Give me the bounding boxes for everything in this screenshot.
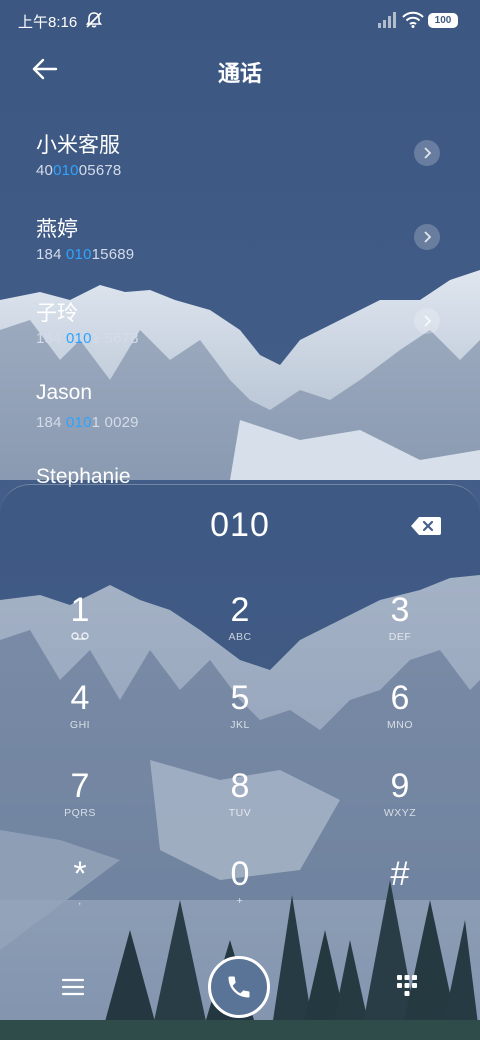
contact-row[interactable]: 小米客服 4001005678 bbox=[0, 112, 480, 192]
contact-name: 子玲 bbox=[36, 302, 78, 325]
contact-detail-button[interactable] bbox=[414, 308, 440, 334]
page-title: 通话 bbox=[217, 61, 262, 86]
key-8[interactable]: 8 TUV bbox=[180, 766, 300, 850]
key-pound[interactable]: # bbox=[340, 854, 460, 938]
number-match-highlight: 010 bbox=[66, 414, 92, 431]
contact-number: 184 0101 0029 bbox=[36, 414, 139, 431]
header: 通话 bbox=[0, 44, 480, 98]
backspace-icon[interactable] bbox=[410, 515, 442, 537]
contact-row[interactable]: Stephanie bbox=[0, 448, 480, 487]
key-1[interactable]: 1 bbox=[20, 590, 140, 674]
contact-search-results: 小米客服 4001005678 燕婷 184 01015689 子玲 184 0… bbox=[0, 112, 480, 487]
contact-number: 4001005678 bbox=[36, 162, 122, 179]
number-match-highlight: 010 bbox=[66, 246, 92, 263]
chevron-right-icon bbox=[424, 231, 432, 243]
dialer-bottom-bar bbox=[0, 936, 480, 1026]
key-star[interactable]: * , bbox=[20, 854, 140, 938]
keypad-toggle-icon[interactable] bbox=[396, 974, 418, 998]
wifi-icon bbox=[402, 11, 424, 28]
number-match-highlight: 010 bbox=[53, 162, 79, 179]
contact-name: 小米客服 bbox=[36, 134, 120, 157]
do-not-disturb-icon bbox=[85, 12, 103, 28]
dialer-panel: 010 1 2 ABC 3 DEF 4 GHI 5 JKL 6 MNO 7 PQ… bbox=[0, 484, 480, 1040]
contact-row[interactable]: 燕婷 184 01015689 bbox=[0, 196, 480, 276]
key-4[interactable]: 4 GHI bbox=[20, 678, 140, 762]
phone-icon bbox=[228, 976, 250, 998]
status-bar: 上午8:16 100 bbox=[0, 0, 480, 40]
key-2[interactable]: 2 ABC bbox=[180, 590, 300, 674]
dialed-number: 010 bbox=[210, 506, 270, 544]
chevron-right-icon bbox=[424, 147, 432, 159]
contact-name: Jason bbox=[36, 381, 93, 404]
key-9[interactable]: 9 WXYZ bbox=[340, 766, 460, 850]
number-match-highlight: 010 bbox=[66, 330, 92, 347]
contact-name: 燕婷 bbox=[36, 218, 78, 241]
chevron-right-icon bbox=[424, 315, 432, 327]
contact-number: 184 01015689 bbox=[36, 246, 135, 263]
contact-row[interactable]: Jason 184 0101 0029 bbox=[0, 364, 480, 444]
voicemail-icon bbox=[71, 632, 89, 640]
menu-icon[interactable] bbox=[60, 976, 86, 998]
key-6[interactable]: 6 MNO bbox=[340, 678, 460, 762]
contact-number: 184 0101 5678 bbox=[36, 330, 139, 347]
status-time: 上午8:16 bbox=[18, 14, 78, 31]
contact-row[interactable]: 子玲 184 0101 5678 bbox=[0, 280, 480, 360]
key-7[interactable]: 7 PQRS bbox=[20, 766, 140, 850]
signal-icon bbox=[378, 12, 396, 28]
key-3[interactable]: 3 DEF bbox=[340, 590, 460, 674]
key-0[interactable]: 0 + bbox=[180, 854, 300, 938]
battery-icon: 100 bbox=[428, 13, 458, 28]
contact-detail-button[interactable] bbox=[414, 140, 440, 166]
contact-detail-button[interactable] bbox=[414, 224, 440, 250]
call-button[interactable] bbox=[208, 956, 270, 1018]
key-5[interactable]: 5 JKL bbox=[180, 678, 300, 762]
battery-level: 100 bbox=[434, 15, 452, 26]
